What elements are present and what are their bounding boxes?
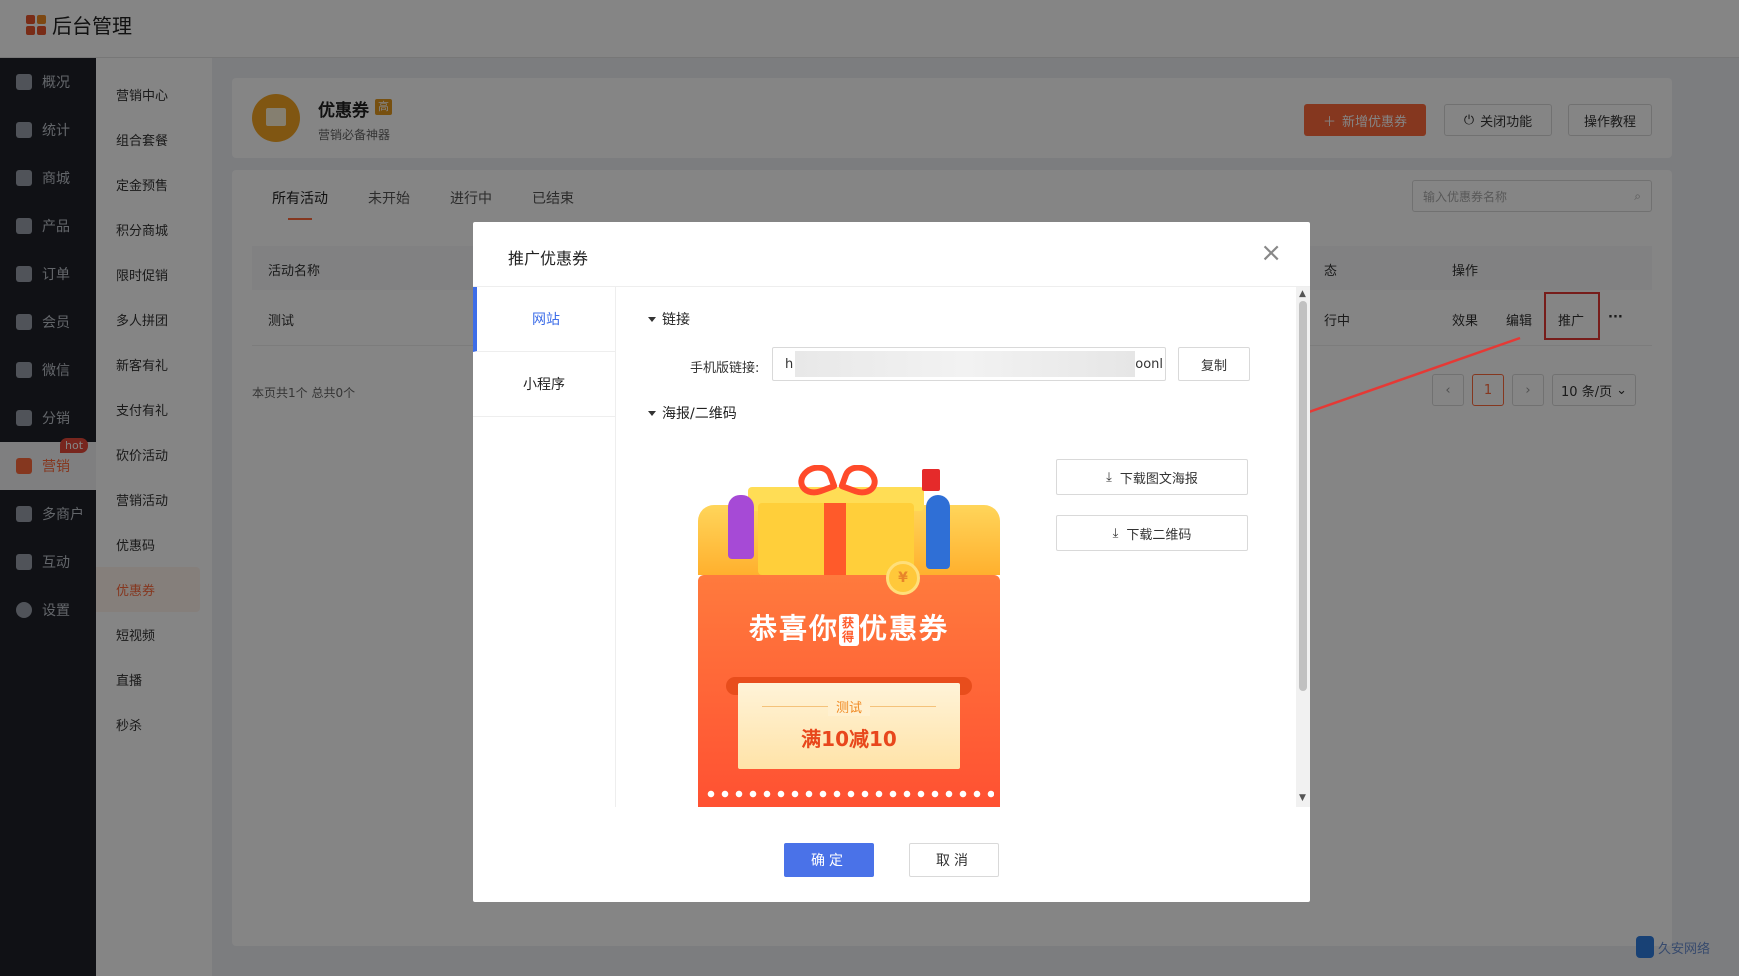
- dialog-tabs: 网站 小程序: [473, 287, 616, 807]
- promote-coupon-dialog: 推广优惠券 × 网站 小程序 链接 手机版链接: h oonl 复制 海报/二维…: [473, 222, 1310, 902]
- blurred-link: [795, 351, 1136, 377]
- ticket-perforation: [704, 790, 994, 798]
- dialog-title: 推广优惠券: [508, 249, 589, 268]
- dialog-body: 链接 手机版链接: h oonl 复制 海报/二维码 ⤓ 下载图文海报 ⤓ 下载二维…: [616, 287, 1310, 807]
- tab-website[interactable]: 网站: [473, 287, 615, 352]
- cancel-button[interactable]: 取消: [909, 843, 999, 877]
- gift-bow-icon: [793, 465, 883, 501]
- tab-mini-program[interactable]: 小程序: [473, 352, 615, 417]
- download-icon: ⤓: [1106, 469, 1112, 485]
- download-qrcode-button[interactable]: ⤓ 下载二维码: [1056, 515, 1248, 551]
- mobile-link-label: 手机版链接:: [690, 361, 760, 376]
- dialog-header: 推广优惠券 ×: [473, 222, 1310, 287]
- poster-section-toggle[interactable]: 海报/二维码: [648, 403, 737, 423]
- coupon-ticket: 测试 满10减10: [738, 683, 960, 769]
- mobile-link-input[interactable]: h oonl: [772, 347, 1166, 381]
- gift-ribbon: [824, 503, 846, 575]
- confirm-button[interactable]: 确定: [784, 843, 874, 877]
- dialog-footer: 确定 取消: [473, 807, 1310, 902]
- dialog-scrollbar[interactable]: ▲ ▼: [1296, 287, 1310, 807]
- link-start: h: [785, 356, 794, 372]
- scroll-down-icon[interactable]: ▼: [1299, 793, 1306, 803]
- person-illustration: [926, 495, 950, 569]
- download-icon: ⤓: [1112, 525, 1119, 541]
- poster-headline: 恭喜你 获得 优惠券: [748, 612, 950, 646]
- coin-icon: ¥: [886, 561, 920, 595]
- poster-get-tag: 获得: [839, 614, 859, 646]
- ticket-coupon-name: 测试: [738, 697, 960, 716]
- poster-body: 恭喜你 获得 优惠券 测试 满10减10: [698, 575, 1000, 807]
- coupon-poster: 恭喜你 获得 优惠券 测试 满10减10 ¥: [698, 465, 1000, 807]
- link-section-toggle[interactable]: 链接: [648, 309, 690, 329]
- scrollbar-thumb[interactable]: [1299, 301, 1307, 691]
- close-icon[interactable]: ×: [1260, 240, 1282, 266]
- red-envelope-icon: [922, 469, 940, 491]
- ticket-coupon-value: 满10减10: [801, 727, 897, 751]
- copy-button[interactable]: 复制: [1178, 347, 1250, 381]
- download-poster-button[interactable]: ⤓ 下载图文海报: [1056, 459, 1248, 495]
- link-end: oonl: [1135, 356, 1163, 372]
- scroll-up-icon[interactable]: ▲: [1299, 289, 1306, 299]
- person-illustration: [728, 495, 754, 559]
